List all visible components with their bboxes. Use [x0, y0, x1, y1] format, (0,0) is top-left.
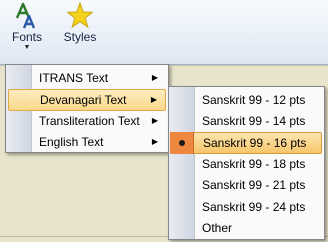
submenu-arrow-icon: ▶ [151, 73, 158, 82]
menu-item-size-21[interactable]: Sanskrit 99 - 21 pts [171, 174, 322, 196]
styles-button[interactable]: Styles [55, 2, 105, 62]
menu-item-size-16[interactable]: Sanskrit 99 - 16 pts [170, 132, 322, 154]
menu-item-label: ITRANS Text [39, 71, 109, 85]
submenu-arrow-icon: ▶ [151, 116, 158, 125]
menu-item-size-24[interactable]: Sanskrit 99 - 24 pts [171, 196, 322, 218]
checked-marker [170, 132, 194, 154]
menu-item-devanagari-text[interactable]: Devanagari Text ▶ [8, 89, 166, 111]
bullet-icon [179, 140, 185, 146]
menu-item-size-12[interactable]: Sanskrit 99 - 12 pts [171, 89, 322, 111]
font-aa-icon [15, 2, 36, 29]
menu-item-label: Sanskrit 99 - 18 pts [202, 157, 306, 171]
menu-item-other[interactable]: Other [171, 217, 322, 239]
ribbon: Fonts ▼ Styles [0, 0, 328, 65]
menu-item-transliteration-text[interactable]: Transliteration Text ▶ [8, 110, 166, 132]
menu-item-size-14[interactable]: Sanskrit 99 - 14 pts [171, 110, 322, 132]
menu-item-size-18[interactable]: Sanskrit 99 - 18 pts [171, 153, 322, 175]
menu-item-label: Sanskrit 99 - 24 pts [202, 200, 306, 214]
menu-item-label: Sanskrit 99 - 16 pts [203, 136, 307, 150]
fonts-button[interactable]: Fonts ▼ [5, 2, 49, 62]
menu-item-label: Sanskrit 99 - 12 pts [202, 93, 306, 107]
menu-item-itrans-text[interactable]: ITRANS Text ▶ [8, 67, 166, 89]
fonts-label: Fonts [11, 30, 42, 44]
menu-item-label: English Text [39, 135, 104, 149]
menu-item-label: Devanagari Text [40, 93, 127, 107]
fonts-dropdown-arrow-icon[interactable]: ▼ [5, 44, 49, 52]
star-icon [67, 2, 93, 29]
menu-item-label: Sanskrit 99 - 21 pts [202, 178, 306, 192]
styles-label: Styles [63, 30, 97, 44]
submenu-arrow-icon: ▶ [150, 95, 157, 104]
menu-item-label: Transliteration Text [39, 114, 140, 128]
menu-item-label: Other [202, 221, 233, 235]
font-size-submenu: Sanskrit 99 - 12 pts Sanskrit 99 - 14 pt… [168, 86, 325, 240]
menu-item-label: Sanskrit 99 - 14 pts [202, 114, 306, 128]
menu-item-english-text[interactable]: English Text ▶ [8, 131, 166, 153]
font-script-menu: ITRANS Text ▶ Devanagari Text ▶ Translit… [5, 64, 169, 153]
submenu-arrow-icon: ▶ [151, 137, 158, 146]
